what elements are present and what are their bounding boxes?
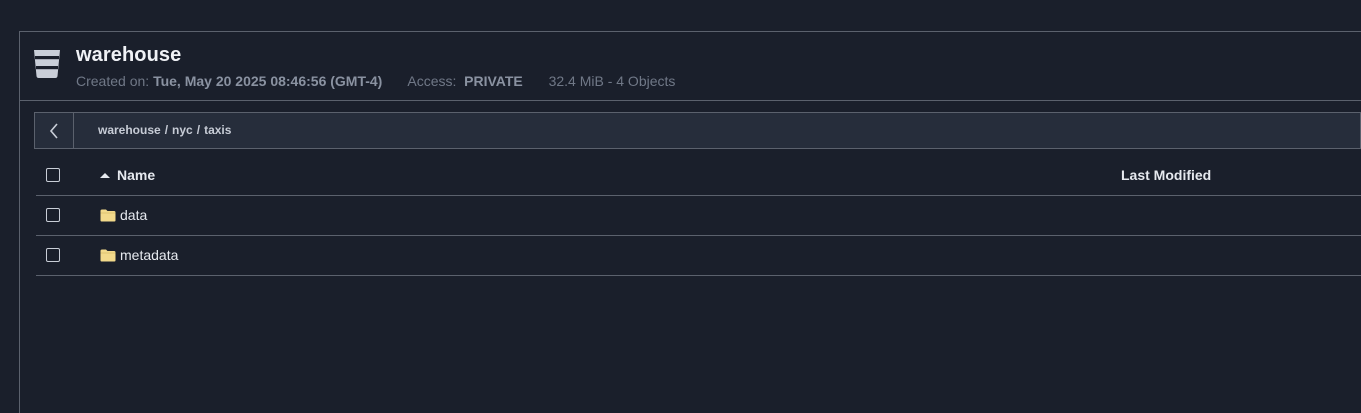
created-value: Tue, May 20 2025 08:46:56 (GMT-4): [153, 73, 383, 89]
row-checkbox[interactable]: [46, 248, 60, 262]
breadcrumb-separator: /: [164, 123, 169, 137]
bucket-meta: Created on: Tue, May 20 2025 08:46:56 (G…: [76, 73, 675, 89]
folder-icon: [100, 249, 116, 261]
column-header-last-modified[interactable]: Last Modified: [1121, 167, 1211, 183]
folder-icon: [100, 209, 116, 221]
back-button[interactable]: [35, 113, 74, 148]
access-value: PRIVATE: [464, 73, 523, 89]
table-row[interactable]: data: [36, 196, 1361, 236]
objects-table: Name Last Modified data metadata: [36, 156, 1361, 276]
select-all-checkbox[interactable]: [46, 168, 60, 182]
created-label: Created on:: [76, 73, 150, 89]
breadcrumb-item-warehouse[interactable]: warehouse: [98, 123, 161, 137]
access-label: Access:: [407, 73, 457, 89]
sort-ascending-icon: [100, 173, 110, 178]
object-browser-page: warehouse Created on: Tue, May 20 2025 0…: [0, 0, 1361, 413]
bucket-title: warehouse: [76, 44, 182, 66]
breadcrumb-item-nyc[interactable]: nyc: [172, 123, 193, 137]
size-summary: 32.4 MiB - 4 Objects: [548, 73, 676, 89]
bucket-panel: warehouse Created on: Tue, May 20 2025 0…: [19, 31, 1361, 413]
bucket-icon: [34, 50, 60, 78]
column-header-name[interactable]: Name: [100, 167, 155, 183]
row-name[interactable]: metadata: [120, 247, 178, 263]
chevron-left-icon: [49, 122, 58, 139]
name-cell: metadata: [100, 247, 178, 263]
row-checkbox[interactable]: [46, 208, 60, 222]
breadcrumb-bar: warehouse / nyc / taxis: [34, 112, 1361, 149]
row-name[interactable]: data: [120, 207, 147, 223]
breadcrumb: warehouse / nyc / taxis: [98, 123, 231, 137]
breadcrumb-separator: /: [196, 123, 201, 137]
table-row[interactable]: metadata: [36, 236, 1361, 276]
breadcrumb-item-taxis[interactable]: taxis: [204, 123, 231, 137]
name-cell: data: [100, 207, 147, 223]
column-header-name-label: Name: [117, 167, 156, 183]
table-header-row: Name Last Modified: [36, 156, 1361, 196]
bucket-header: warehouse Created on: Tue, May 20 2025 0…: [20, 32, 1361, 101]
